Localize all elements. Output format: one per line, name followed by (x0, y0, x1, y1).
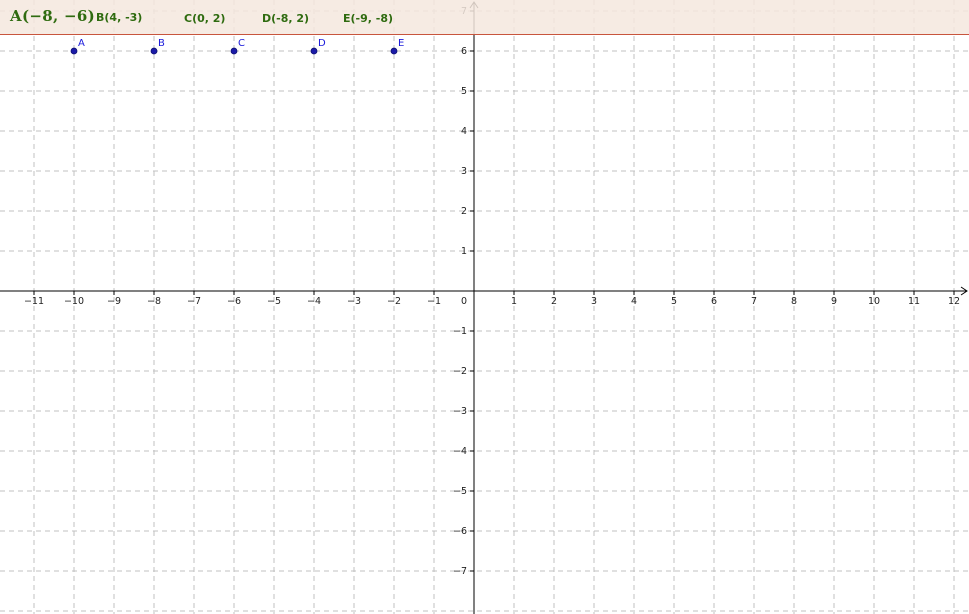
point-c-name-label: C (238, 38, 245, 49)
point-e-name-label: E (398, 38, 404, 49)
x-tick-label: 6 (711, 296, 717, 307)
x-tick-label: 11 (908, 296, 920, 307)
x-tick-label: 12 (948, 296, 960, 307)
x-tick-label: −5 (267, 296, 281, 307)
point-e[interactable] (390, 47, 398, 55)
point-d-name-label: D (318, 38, 326, 49)
y-tick-label: 5 (461, 86, 467, 97)
coordinate-plane[interactable]: −11 −10 −9 −8 −7 −6 −5 −4 −3 −2 −1 1 2 3 4 5 6 7 8 9 10 11 12−… (0, 0, 969, 614)
point-c-coordinate-label[interactable]: C(0, 2) (184, 12, 225, 25)
x-tick-label: 4 (631, 296, 637, 307)
y-tick-label: −5 (453, 486, 467, 497)
x-tick-label: −8 (147, 296, 161, 307)
x-tick-label: −11 (24, 296, 44, 307)
x-tick-label: 3 (591, 296, 597, 307)
x-tick-label: −3 (347, 296, 361, 307)
point-a-coordinate-label[interactable]: A(−8, −6) (10, 7, 95, 25)
x-tick-label: 9 (831, 296, 837, 307)
origin-label: 0 (461, 296, 467, 307)
x-tick-label: −6 (227, 296, 241, 307)
point-a-name-label: A (78, 38, 85, 49)
x-tick-label: −4 (307, 296, 321, 307)
algebra-header-band (0, 0, 969, 35)
point-c[interactable] (230, 47, 238, 55)
point-a[interactable] (70, 47, 78, 55)
axes (0, 1, 968, 614)
point-d-coordinate-label[interactable]: D(-8, 2) (262, 12, 309, 25)
y-tick-label: 3 (461, 166, 467, 177)
geometry-canvas[interactable]: −11 −10 −9 −8 −7 −6 −5 −4 −3 −2 −1 1 2 3 4 5 6 7 8 9 10 11 12−… (0, 0, 969, 614)
x-tick-label: 1 (511, 296, 517, 307)
y-tick-label: 4 (461, 126, 467, 137)
y-tick-label: −1 (453, 326, 467, 337)
grid (0, 0, 969, 614)
x-tick-label: 10 (868, 296, 880, 307)
y-tick-label: 2 (461, 206, 467, 217)
x-tick-label: −9 (107, 296, 121, 307)
x-tick-label: 5 (671, 296, 677, 307)
y-tick-label: −7 (453, 566, 467, 577)
point-d[interactable] (310, 47, 318, 55)
x-tick-label: 2 (551, 296, 557, 307)
x-tick-label: −7 (187, 296, 201, 307)
x-tick-label: 7 (751, 296, 757, 307)
y-tick-label: −6 (453, 526, 467, 537)
y-tick-label: −2 (453, 366, 467, 377)
y-tick-label: −4 (453, 446, 467, 457)
point-b-name-label: B (158, 38, 165, 49)
point-b[interactable] (150, 47, 158, 55)
y-tick-label: 1 (461, 246, 467, 257)
y-tick-label: −3 (453, 406, 467, 417)
x-tick-label: −10 (64, 296, 84, 307)
point-b-coordinate-label[interactable]: B(4, -3) (96, 11, 142, 24)
point-e-coordinate-label[interactable]: E(-9, -8) (343, 12, 393, 25)
x-tick-label: −2 (387, 296, 401, 307)
x-tick-label: −1 (427, 296, 441, 307)
y-tick-label: 6 (461, 46, 467, 57)
x-tick-label: 8 (791, 296, 797, 307)
